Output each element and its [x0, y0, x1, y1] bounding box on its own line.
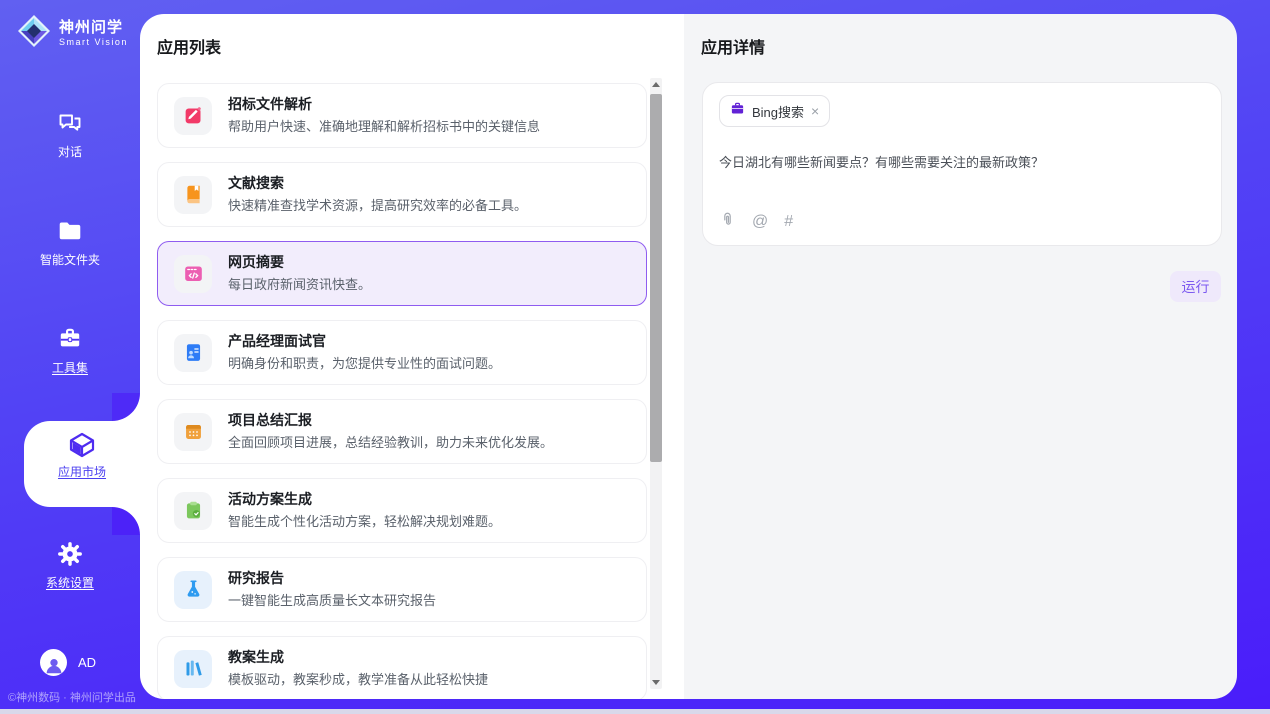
run-button[interactable]: 运行 — [1170, 271, 1221, 302]
app-desc: 明确身份和职责，为您提供专业性的面试问题。 — [228, 355, 501, 372]
close-icon[interactable]: × — [811, 104, 819, 118]
doc-person-icon — [174, 334, 212, 372]
app-name: 网页摘要 — [228, 254, 371, 271]
user-initials: AD — [78, 655, 96, 670]
app-name: 产品经理面试官 — [228, 333, 501, 350]
app-card-event-plan[interactable]: 活动方案生成 智能生成个性化活动方案，轻松解决规划难题。 — [157, 478, 647, 543]
app-list-panel: 应用列表 招标文件解析 帮助用户快速、准确地理解和解析招标书中的关键信息 — [140, 14, 684, 699]
gear-icon — [57, 541, 83, 567]
avatar — [40, 649, 67, 676]
app-desc: 帮助用户快速、准确地理解和解析招标书中的关键信息 — [228, 118, 540, 135]
brand-name: 神州问学 — [59, 19, 123, 36]
app-name: 项目总结汇报 — [228, 412, 553, 429]
book-icon — [174, 176, 212, 214]
app-desc: 每日政府新闻资讯快查。 — [228, 276, 371, 293]
app-card-lesson-plan[interactable]: 教案生成 模板驱动，教案秒成，教学准备从此轻松快捷 — [157, 636, 647, 699]
diamond-logo-icon — [16, 13, 52, 54]
app-card-web-summary[interactable]: 网页摘要 每日政府新闻资讯快查。 — [157, 241, 647, 306]
prompt-composer[interactable]: Bing搜索 × 今日湖北有哪些新闻要点？有哪些需要关注的最新政策？ @ # — [702, 82, 1222, 246]
paperclip-icon[interactable] — [719, 211, 736, 233]
app-card-bid-analysis[interactable]: 招标文件解析 帮助用户快速、准确地理解和解析招标书中的关键信息 — [157, 83, 647, 148]
window-bottom-edge — [0, 709, 1270, 714]
sidebar-item-smart-folder[interactable]: 智能文件夹 — [0, 218, 140, 269]
app-name: 研究报告 — [228, 570, 436, 587]
app-name: 文献搜索 — [228, 175, 527, 192]
content-shell: 应用列表 招标文件解析 帮助用户快速、准确地理解和解析招标书中的关键信息 — [140, 14, 1237, 699]
copyright-footer: ©神州数码 · 神州问学出品 — [8, 689, 136, 705]
app-card-literature-search[interactable]: 文献搜索 快速精准查找学术资源，提高研究效率的必备工具。 — [157, 162, 647, 227]
at-icon[interactable]: @ — [752, 214, 768, 230]
books-icon — [174, 650, 212, 688]
app-name: 活动方案生成 — [228, 491, 501, 508]
app-detail-panel: 应用详情 Bing搜索 × 今日湖北有哪些新闻要点？有哪些需要关注的最新政策？ — [684, 14, 1237, 699]
sidebar-item-label: 对话 — [58, 145, 82, 159]
app-desc: 智能生成个性化活动方案，轻松解决规划难题。 — [228, 513, 501, 530]
scroll-up-icon[interactable] — [652, 82, 660, 87]
sidebar-item-toolbox[interactable]: 工具集 — [0, 326, 140, 377]
tab-curve-bottom — [112, 507, 140, 535]
app-name: 招标文件解析 — [228, 96, 540, 113]
tab-curve-top — [112, 393, 140, 421]
sidebar-item-label: 系统设置 — [46, 576, 94, 590]
app-detail-title: 应用详情 — [684, 14, 1237, 57]
brand-subtitle: Smart Vision — [59, 37, 128, 48]
app-name: 教案生成 — [228, 649, 488, 666]
sidebar-item-label: 应用市场 — [58, 465, 106, 479]
sidebar: 神州问学 Smart Vision 对话 智能文件夹 — [0, 0, 140, 714]
cube-icon — [68, 431, 96, 459]
user-account[interactable]: AD — [40, 649, 96, 676]
app-desc: 全面回顾项目进展，总结经验教训，助力未来优化发展。 — [228, 434, 553, 451]
app-card-project-summary[interactable]: 项目总结汇报 全面回顾项目进展，总结经验教训，助力未来优化发展。 — [157, 399, 647, 464]
composer-toolbar: @ # — [719, 211, 793, 233]
tool-chip-label: Bing搜索 — [752, 102, 804, 121]
person-icon — [43, 654, 65, 676]
app-list: 招标文件解析 帮助用户快速、准确地理解和解析招标书中的关键信息 文献搜索 快速精… — [157, 83, 647, 699]
hash-icon[interactable]: # — [784, 214, 793, 230]
sidebar-item-label: 工具集 — [52, 361, 88, 375]
app-desc: 模板驱动，教案秒成，教学准备从此轻松快捷 — [228, 671, 488, 688]
brand-logo: 神州问学 Smart Vision — [16, 13, 128, 54]
sidebar-item-settings[interactable]: 系统设置 — [0, 541, 140, 592]
app-desc: 快速精准查找学术资源，提高研究效率的必备工具。 — [228, 197, 527, 214]
briefcase-icon — [730, 101, 745, 121]
tool-chip-bing-search[interactable]: Bing搜索 × — [719, 95, 830, 127]
prompt-text[interactable]: 今日湖北有哪些新闻要点？有哪些需要关注的最新政策？ — [719, 152, 1205, 171]
chat-icon — [57, 110, 83, 136]
app-card-research-report[interactable]: 研究报告 一键智能生成高质量长文本研究报告 — [157, 557, 647, 622]
scroll-down-icon[interactable] — [652, 680, 660, 685]
sidebar-item-app-market[interactable]: 应用市场 — [24, 421, 140, 507]
folder-icon — [57, 218, 83, 244]
sidebar-item-label: 智能文件夹 — [40, 253, 100, 267]
app-list-title: 应用列表 — [140, 14, 684, 57]
edit-square-icon — [174, 97, 212, 135]
clipboard-check-icon — [174, 492, 212, 530]
sidebar-item-chat[interactable]: 对话 — [0, 110, 140, 161]
calendar-icon — [174, 413, 212, 451]
app-desc: 一键智能生成高质量长文本研究报告 — [228, 592, 436, 609]
list-scrollbar[interactable] — [650, 78, 662, 689]
toolbox-icon — [57, 326, 83, 352]
app-card-pm-interviewer[interactable]: 产品经理面试官 明确身份和职责，为您提供专业性的面试问题。 — [157, 320, 647, 385]
browser-code-icon — [174, 255, 212, 293]
flask-icon — [174, 571, 212, 609]
scrollbar-thumb[interactable] — [650, 94, 662, 462]
